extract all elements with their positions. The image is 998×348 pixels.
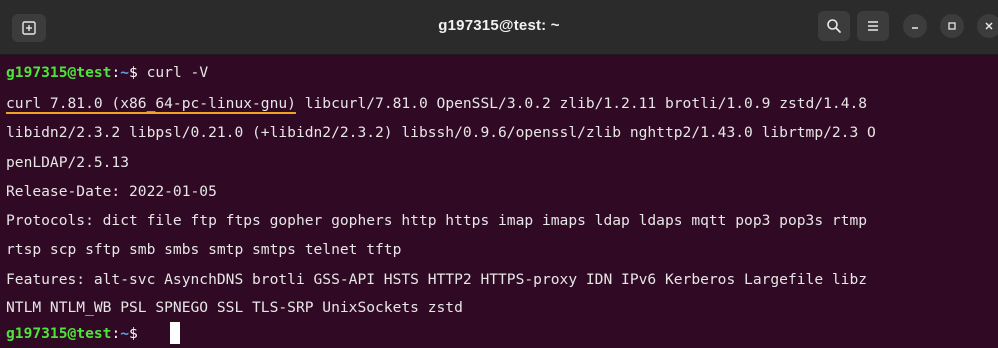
- minimize-button[interactable]: [903, 14, 927, 38]
- menu-button[interactable]: [857, 11, 889, 41]
- prompt-path: ~: [120, 64, 130, 81]
- text-cursor: [170, 322, 180, 344]
- output-line-8: NTLM NTLM_WB PSL SPNEGO SSL TLS-SRP Unix…: [6, 299, 463, 316]
- output-line-4: Release-Date: 2022-01-05: [6, 183, 217, 200]
- prompt-colon: :: [111, 64, 121, 81]
- prompt-colon: :: [111, 325, 121, 342]
- prompt-dollar: $: [129, 64, 147, 81]
- prompt-user-host: g197315@test: [6, 64, 112, 81]
- output-line-6: rtsp scp sftp smb smbs smtp smtps telnet…: [6, 241, 402, 258]
- output-line-2: libidn2/2.3.2 libpsl/0.21.0 (+libidn2/2.…: [6, 124, 876, 141]
- prompt-line-2: g197315@test:~$: [6, 325, 147, 343]
- close-icon: [985, 22, 993, 30]
- highlighted-version: curl 7.81.0 (x86_64-pc-linux-gnu): [6, 95, 296, 112]
- maximize-button[interactable]: [940, 14, 964, 38]
- command-text: curl -V: [146, 64, 209, 81]
- output-line-5: Protocols: dict file ftp ftps gopher gop…: [6, 212, 868, 229]
- close-button[interactable]: [977, 14, 998, 38]
- prompt-user-host: g197315@test: [6, 325, 112, 342]
- title-bar[interactable]: g197315@test: ~: [0, 0, 998, 55]
- prompt-dollar: $: [129, 325, 147, 342]
- search-icon: [827, 19, 841, 33]
- prompt-path: ~: [120, 325, 130, 342]
- search-button[interactable]: [818, 11, 850, 41]
- hamburger-menu-icon: [868, 21, 878, 31]
- version-details: libcurl/7.81.0 OpenSSL/3.0.2 zlib/1.2.11…: [295, 95, 868, 112]
- terminal-output[interactable]: g197315@test:~$ curl -V curl 7.81.0 (x86…: [0, 55, 998, 348]
- output-line-7: Features: alt-svc AsynchDNS brotli GSS-A…: [6, 271, 868, 288]
- terminal-window: g197315@test: ~ g197315@test:~$ curl -V …: [0, 0, 998, 348]
- output-line-1: curl 7.81.0 (x86_64-pc-linux-gnu) libcur…: [6, 95, 867, 113]
- minimize-icon: [912, 27, 918, 29]
- output-line-3: penLDAP/2.5.13: [6, 154, 130, 171]
- prompt-line-1: g197315@test:~$ curl -V: [6, 64, 208, 82]
- maximize-icon: [948, 22, 956, 30]
